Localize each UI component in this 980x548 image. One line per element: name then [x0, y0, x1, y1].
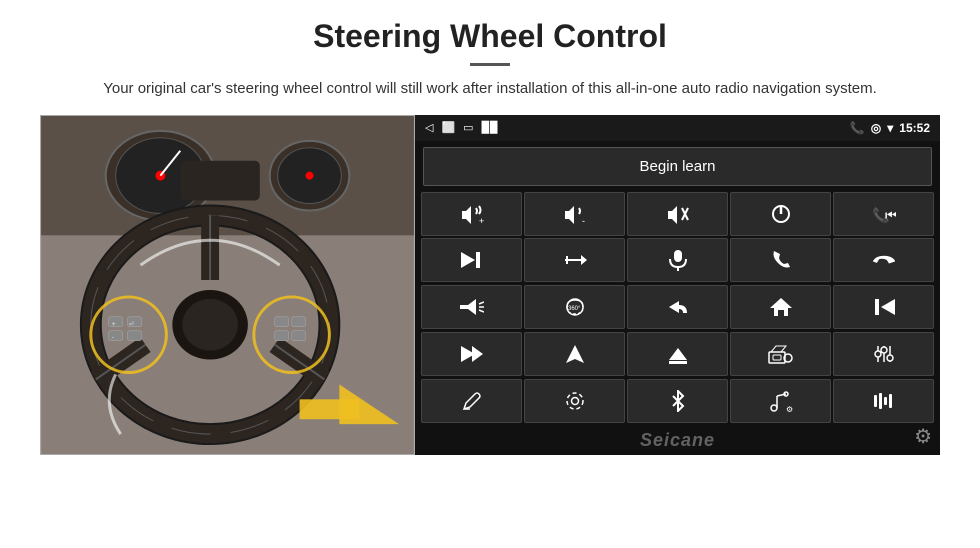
fast-fwd-btn[interactable] — [524, 238, 625, 282]
svg-text:+: + — [479, 216, 484, 224]
radio-btn[interactable] — [730, 332, 831, 376]
vol-up-btn[interactable]: + — [421, 192, 522, 236]
recent-nav-icon[interactable]: ▭ — [463, 121, 473, 134]
svg-text:-: - — [112, 334, 114, 341]
page-container: Steering Wheel Control Your original car… — [0, 0, 980, 548]
svg-text:+: + — [112, 320, 116, 327]
status-right-icons: 📞 ◎ ▾ 15:52 — [850, 121, 930, 135]
eject-btn[interactable] — [627, 332, 728, 376]
status-left-icons: ◁ ⬜ ▭ ▉▉ — [425, 121, 499, 134]
gear-icon[interactable]: ⚙ — [914, 424, 932, 449]
audio-levels-btn[interactable] — [833, 379, 934, 423]
svg-text:⏮: ⏮ — [885, 207, 896, 223]
svg-text:360°: 360° — [568, 306, 581, 312]
360-camera-btn[interactable]: 360° — [524, 285, 625, 329]
bluetooth-btn[interactable] — [627, 379, 728, 423]
watermark-text: Seicane — [415, 428, 940, 455]
svg-text:⚙: ⚙ — [786, 405, 793, 412]
back-nav-icon[interactable]: ◁ — [425, 121, 433, 134]
music-settings-btn[interactable]: ⚙ — [730, 379, 831, 423]
svg-text:⏎: ⏎ — [129, 320, 134, 327]
skip-next-btn[interactable] — [421, 238, 522, 282]
begin-learn-button[interactable]: Begin learn — [423, 147, 932, 186]
pen-btn[interactable] — [421, 379, 522, 423]
android-bottom-bar: Seicane ⚙ — [415, 428, 940, 455]
phone-status-icon: 📞 — [850, 121, 865, 135]
power-btn[interactable] — [730, 192, 831, 236]
vol-down-btn[interactable]: - — [524, 192, 625, 236]
back-btn[interactable] — [627, 285, 728, 329]
skip-fwd-btn[interactable] — [421, 332, 522, 376]
page-title: Steering Wheel Control — [313, 18, 667, 55]
rewind-btn[interactable] — [833, 285, 934, 329]
content-row: + - ⏎ ◁ ⬜ — [40, 115, 940, 455]
android-status-bar: ◁ ⬜ ▭ ▉▉ 📞 ◎ ▾ 15:52 — [415, 115, 940, 141]
wifi-status-icon: ▾ — [887, 121, 893, 135]
hang-up-btn[interactable] — [833, 238, 934, 282]
call-btn[interactable] — [730, 238, 831, 282]
settings-btn[interactable] — [524, 379, 625, 423]
gps-status-icon: ◎ — [871, 121, 881, 135]
svg-text:-: - — [582, 216, 585, 224]
horn-btn[interactable] — [421, 285, 522, 329]
home-nav-icon[interactable]: ⬜ — [441, 121, 455, 134]
sim-icon: ▉▉ — [482, 121, 499, 134]
home-btn[interactable] — [730, 285, 831, 329]
navigation-btn[interactable] — [524, 332, 625, 376]
page-subtitle: Your original car's steering wheel contr… — [103, 78, 877, 101]
android-screen: ◁ ⬜ ▭ ▉▉ 📞 ◎ ▾ 15:52 Begin learn + — [415, 115, 940, 455]
control-button-grid: + - 📞⏮ — [415, 192, 940, 428]
car-image-area: + - ⏎ — [40, 115, 415, 455]
equalizer-btn[interactable] — [833, 332, 934, 376]
title-divider — [470, 63, 510, 66]
mute-btn[interactable] — [627, 192, 728, 236]
phone-prev-btn[interactable]: 📞⏮ — [833, 192, 934, 236]
mic-btn[interactable] — [627, 238, 728, 282]
clock: 15:52 — [899, 121, 930, 135]
